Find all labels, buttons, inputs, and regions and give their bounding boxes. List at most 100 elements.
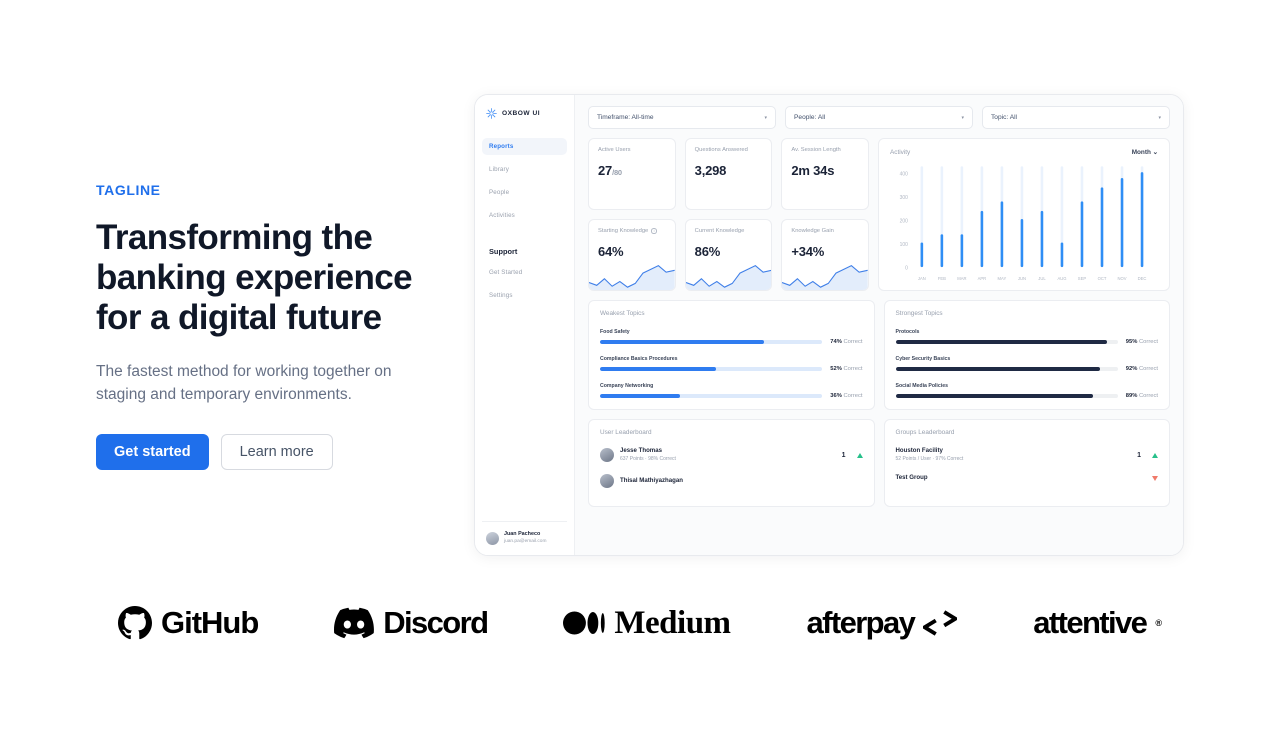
info-icon[interactable]: i [651,228,657,234]
sidebar-item-people[interactable]: People [482,184,567,201]
sidebar-item-settings[interactable]: Settings [482,287,567,304]
leaderboard-rank: 1 [841,451,846,459]
sidebar-user-email: juan.pa@email.com [504,539,547,544]
logo-github: GitHub [117,605,259,641]
brand-name: OXBOW UI [502,110,541,117]
kpi-label: Current Knowledge [694,228,745,234]
list-item[interactable]: Thisal Mathiyazhagan [600,474,863,488]
strongest-topics-title: Strongest Topics [895,310,943,317]
list-item[interactable]: Jesse Thomas 637 Points · 98% Correct 1 [600,447,863,463]
kpi-value: 86% [694,244,721,259]
activity-title: Activity [890,148,911,156]
topic-filter[interactable]: Topic: All ▾ [982,106,1170,129]
svg-text:100: 100 [900,242,908,248]
topic-row: Food Safety 74% Correct [600,329,863,345]
weakest-topics-card: Weakest Topics Food Safety 74% Correct C… [588,300,875,410]
kpi-value: 27/80 [598,163,622,178]
svg-text:DEC: DEC [1138,276,1147,281]
topic-name: Cyber Security Basics [895,356,951,362]
progress-track [895,340,1118,344]
topic-percent: 52% Correct [830,366,863,372]
kpi-label: Starting Knowledge i [598,228,666,234]
sidebar-item-get-started[interactable]: Get Started [482,264,567,281]
kpi-questions-answered: Questions Answered 3,298 [684,138,773,210]
topic-percent: 74% Correct [830,339,863,345]
progress-fill [895,340,1107,344]
avatar [486,531,499,545]
dashboard-mockup: OXBOW UI Reports Library People Activiti… [474,94,1184,556]
weakest-topics-title: Weakest Topics [600,310,645,317]
hero-section: TAGLINE Transforming the banking experie… [96,182,456,470]
get-started-button[interactable]: Get started [96,434,209,470]
topic-row: Company Networking 36% Correct [600,383,863,399]
progress-fill [895,367,1100,371]
kpi-row-2: Starting Knowledge i 64% Current Knowled… [588,219,870,291]
list-item[interactable]: Houston Facility 52 Points / User · 97% … [896,447,1158,463]
progress-fill [600,367,716,371]
topic-percent: 92% Correct [1125,366,1158,372]
logo-medium: Medium [563,604,731,642]
progress-fill [600,394,680,398]
timeframe-filter[interactable]: Timeframe: All-time ▾ [588,106,776,129]
kpi-row-1: Active Users 27/80 Questions Answered 3,… [588,138,870,210]
progress-track [600,367,823,371]
svg-text:300: 300 [900,195,908,201]
dashboard-sidebar: OXBOW UI Reports Library People Activiti… [475,95,575,555]
trend-down-icon [1152,475,1158,481]
svg-text:MAR: MAR [957,276,966,281]
sidebar-user-profile[interactable]: Juan Pacheco juan.pa@email.com [482,521,567,555]
brand-logo: OXBOW UI [482,104,567,120]
activity-bar-chart: 400 300 200 100 0 JAN FEB MAR APR MAY JUN JUL AUG SEP… [900,166,1147,281]
progress-track [895,367,1118,371]
logo-label: afterpay [806,605,915,640]
svg-text:0: 0 [905,265,908,271]
leaderboard-entry-name: Jesse Thomas [620,447,663,454]
dashboard-main: Timeframe: All-time ▾ People: All ▾ Topi… [575,95,1183,555]
svg-text:JUN: JUN [1018,276,1026,281]
svg-text:200: 200 [900,218,908,224]
page-title: Transforming the banking experience for … [96,218,413,337]
kpi-starting-knowledge: Starting Knowledge i 64% [588,219,676,291]
svg-text:JAN: JAN [918,276,926,281]
list-item[interactable]: Test Group [895,474,1158,482]
kpi-current-knowledge: Current Knowledge 86% [684,219,773,291]
sidebar-item-activities[interactable]: Activities [482,207,567,224]
sidebar-item-reports[interactable]: Reports [482,138,567,155]
chevron-down-icon: ⌄ [1152,149,1158,156]
leaderboard-entry-text: Thisal Mathiyazhagan [620,477,863,485]
sidebar-item-library[interactable]: Library [482,161,567,178]
svg-text:JUL: JUL [1038,276,1046,281]
topic-progress-line: 52% Correct [600,366,863,372]
kpi-value: 64% [598,244,624,259]
learn-more-button[interactable]: Learn more [220,434,333,470]
trend-up-icon [1152,452,1158,458]
logo-label: Medium [614,604,731,641]
oxbow-logo-icon [486,108,497,119]
kpi-value: 2m 34s [791,163,835,178]
activity-header: Activity Month ⌄ [890,148,1158,157]
filter-bar: Timeframe: All-time ▾ People: All ▾ Topi… [588,106,1170,129]
svg-text:NOV: NOV [1118,276,1127,281]
topic-name: Social Media Policies [895,383,948,389]
logo-label: GitHub [160,605,259,640]
activity-range-selector[interactable]: Month ⌄ [1132,148,1158,156]
avatar [600,448,614,462]
activity-chart-card: Activity Month ⌄ 400 300 200 100 0 JAN FEB MAR A… [878,138,1170,291]
svg-text:400: 400 [900,171,908,177]
registered-trademark-icon: ® [1155,618,1162,628]
topic-name: Compliance Basics Procedures [600,356,678,362]
topic-progress-line: 95% Correct [895,339,1158,345]
svg-text:AUG: AUG [1057,276,1067,281]
svg-text:SEP: SEP [1078,276,1086,281]
activity-range-label: Month [1131,149,1151,156]
leaderboard-entry-name: Test Group [895,474,928,481]
people-filter[interactable]: People: All ▾ [785,106,973,129]
kpi-session-length: Av. Session Length 2m 34s [781,138,870,210]
progress-track [600,394,823,398]
svg-text:MAY: MAY [998,276,1007,281]
chevron-down-icon: ▾ [1158,114,1161,121]
kpi-label: Av. Session Length [791,147,841,153]
user-leaderboard-card: User Leaderboard Jesse Thomas 637 Points… [588,419,875,507]
afterpay-icon [923,610,958,636]
topic-row: Cyber Security Basics 92% Correct [895,356,1158,372]
